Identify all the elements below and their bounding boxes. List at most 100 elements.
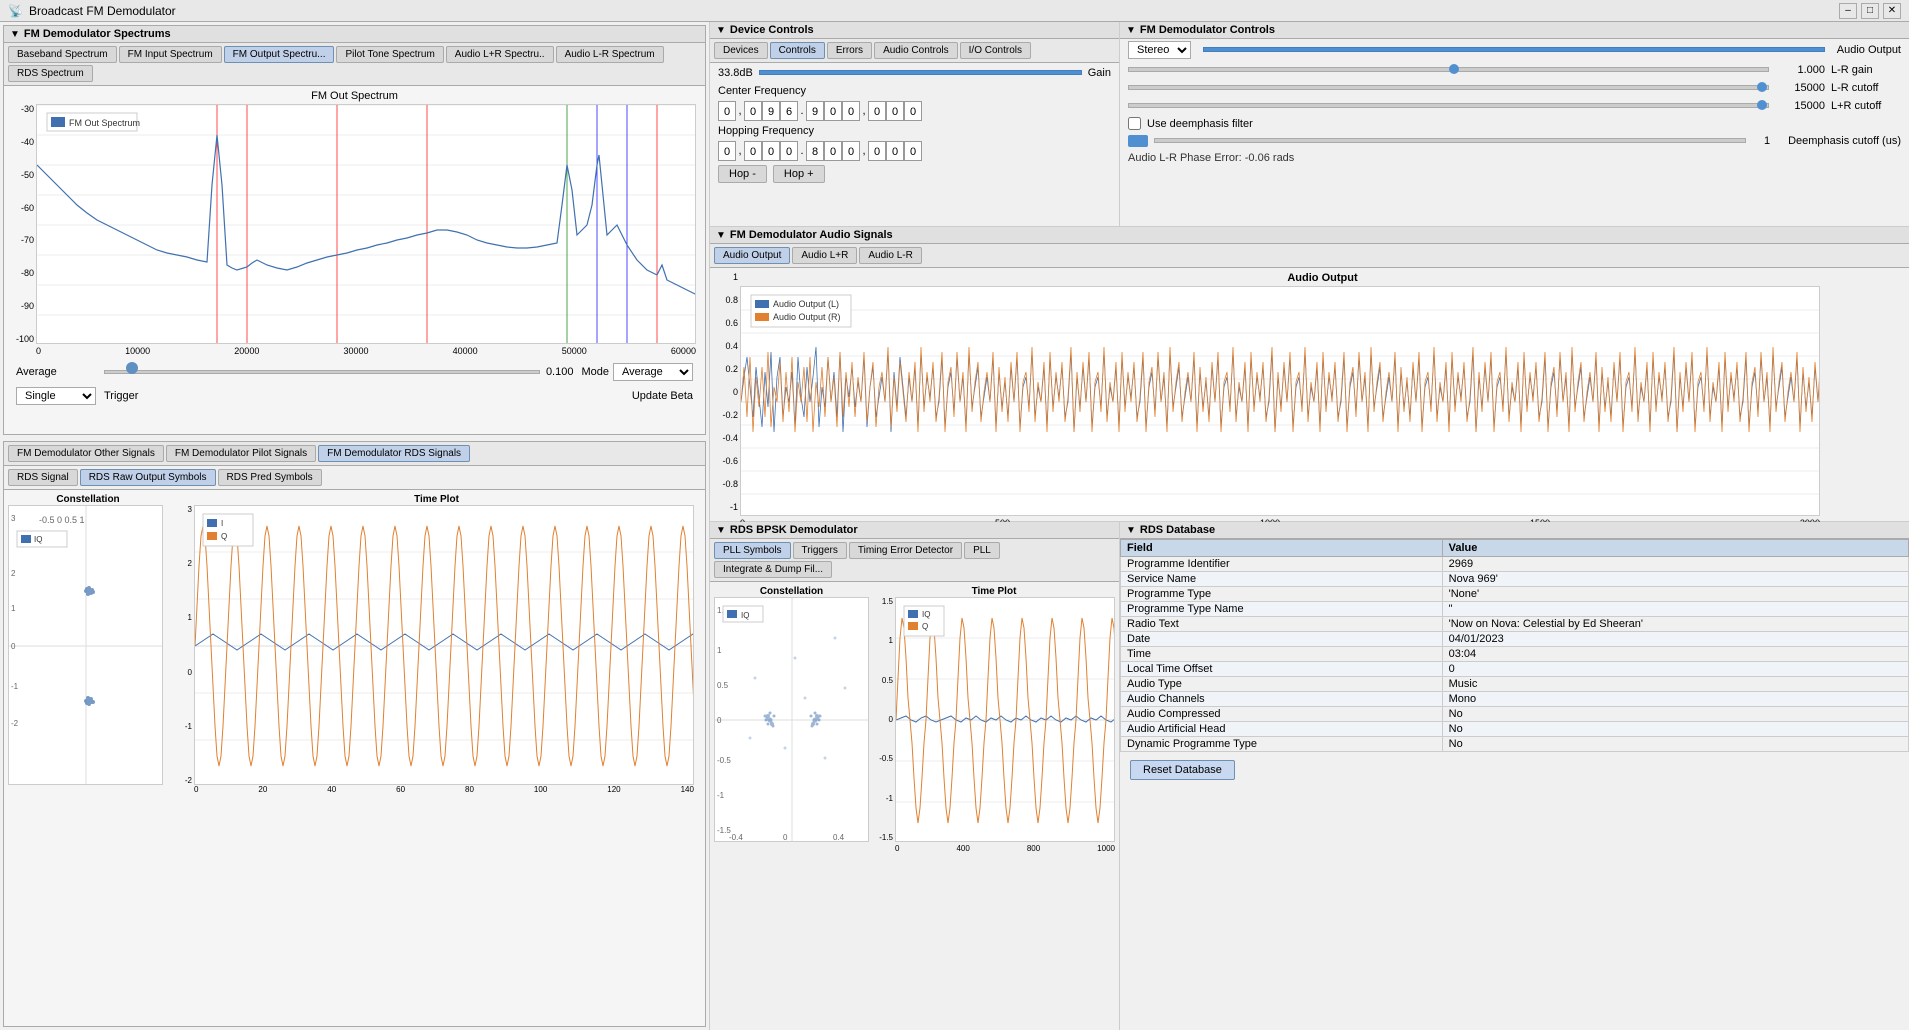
db-value: 0 <box>1442 662 1908 677</box>
rds-db-collapse[interactable]: ▼ <box>1126 525 1136 536</box>
tab-rds-signal[interactable]: RDS Signal <box>8 469 78 486</box>
db-value: Mono <box>1442 692 1908 707</box>
trigger-select[interactable]: Single <box>16 387 96 405</box>
lr-cutoff-label: L-R cutoff <box>1831 82 1901 94</box>
tab-fm-input[interactable]: FM Input Spectrum <box>119 46 222 63</box>
spectrum-collapse[interactable]: ▼ <box>10 29 20 40</box>
hop-buttons-row[interactable]: Hop - Hop + <box>710 163 1119 185</box>
lr-cutoff-slider[interactable] <box>1128 81 1769 95</box>
audio-panel-header: ▼ FM Demodulator Audio Signals <box>710 227 1909 244</box>
time-plot-y: 3210-1-2 <box>172 505 701 785</box>
audio-y-axis: 10.80.60.40.20-0.2-0.4-0.6-0.8-1 <box>714 272 740 512</box>
hopping-freq-input[interactable]: 0 , 0 0 0 . 8 0 0 , 0 0 0 <box>718 141 922 161</box>
table-row: Radio Text'Now on Nova: Celestial by Ed … <box>1121 617 1909 632</box>
minimize-button[interactable]: – <box>1839 3 1857 19</box>
audio-svg: Audio Output (L) Audio Output (R) <box>740 286 1820 516</box>
audio-output-slider[interactable] <box>1203 43 1825 57</box>
lr-gain-value: 1.000 <box>1775 64 1825 76</box>
maximize-button[interactable]: □ <box>1861 3 1879 19</box>
tab-audio-controls[interactable]: Audio Controls <box>874 42 958 59</box>
hopping-freq-digits: 0 , 0 0 0 . 8 0 0 , 0 0 0 <box>710 139 1119 163</box>
lr-cutoff-row: 15000 L-R cutoff <box>1120 79 1909 97</box>
tab-rds-raw[interactable]: RDS Raw Output Symbols <box>80 469 216 486</box>
deemphasis-slider-thumb[interactable] <box>1128 135 1148 147</box>
rds-time-inner: 1.510.50-0.5-1-1.5 <box>873 597 1115 842</box>
svg-text:-1: -1 <box>717 791 725 800</box>
tab-audio-lr-plus[interactable]: Audio L+R Spectru.. <box>446 46 554 63</box>
fm-demod-collapse[interactable]: ▼ <box>1126 25 1136 36</box>
tab-devices[interactable]: Devices <box>714 42 768 59</box>
table-row: Audio ChannelsMono <box>1121 692 1909 707</box>
audio-plot-title: Audio Output <box>740 272 1905 284</box>
mode-select[interactable]: Average <box>613 363 693 381</box>
title-bar-controls[interactable]: – □ ✕ <box>1839 3 1901 19</box>
tab-pilot[interactable]: Pilot Tone Spectrum <box>336 46 443 63</box>
tab-audio-lr-plus[interactable]: Audio L+R <box>792 247 857 264</box>
average-slider[interactable] <box>104 365 540 379</box>
tab-errors[interactable]: Errors <box>827 42 872 59</box>
audio-tabs[interactable]: Audio Output Audio L+R Audio L-R <box>710 244 1909 268</box>
time-x-axis: 020406080100120140 <box>194 785 694 794</box>
reset-database-button[interactable]: Reset Database <box>1130 760 1235 780</box>
svg-text:2: 2 <box>11 569 16 578</box>
tab-audio-lr[interactable]: Audio L-R Spectrum <box>556 46 664 63</box>
device-controls-collapse[interactable]: ▼ <box>716 25 726 36</box>
gain-slider[interactable] <box>759 66 1082 80</box>
db-field: Audio Artificial Head <box>1121 722 1443 737</box>
table-row: Time03:04 <box>1121 647 1909 662</box>
db-col-field: Field <box>1121 540 1443 557</box>
other-signals-tabs[interactable]: FM Demodulator Other Signals FM Demodula… <box>4 442 705 466</box>
right-top-row: ▼ Device Controls Devices Controls Error… <box>710 22 1909 227</box>
tab-controls[interactable]: Controls <box>770 42 825 59</box>
lrplus-cutoff-slider[interactable] <box>1128 99 1769 113</box>
tab-audio-lr[interactable]: Audio L-R <box>859 247 921 264</box>
stereo-select[interactable]: Stereo <box>1128 41 1191 59</box>
hop-forward-button[interactable]: Hop + <box>773 165 825 183</box>
spectrum-svg: FM Out Spectrum <box>36 104 696 344</box>
rds-bpsk-tabs[interactable]: PLL Symbols Triggers Timing Error Detect… <box>710 539 1119 582</box>
gain-db: 33.8dB <box>718 67 753 79</box>
db-field: Programme Type Name <box>1121 602 1443 617</box>
rds-db-content: Field Value Programme Identifier2969Serv… <box>1120 539 1909 1021</box>
time-plot-container: Time Plot 3210-1-2 <box>172 494 701 1014</box>
tab-rds-pred[interactable]: RDS Pred Symbols <box>218 469 322 486</box>
tab-baseband[interactable]: Baseband Spectrum <box>8 46 117 63</box>
lr-gain-slider[interactable] <box>1128 63 1769 77</box>
table-row: Date04/01/2023 <box>1121 632 1909 647</box>
tab-triggers[interactable]: Triggers <box>793 542 847 559</box>
app-title: Broadcast FM Demodulator <box>29 4 176 18</box>
table-row: Audio Artificial HeadNo <box>1121 722 1909 737</box>
rds-inner-tabs[interactable]: RDS Signal RDS Raw Output Symbols RDS Pr… <box>4 466 705 490</box>
close-button[interactable]: ✕ <box>1883 3 1901 19</box>
deemphasis-checkbox[interactable] <box>1128 117 1141 130</box>
db-value: 'None' <box>1442 587 1908 602</box>
tab-pilot-signals[interactable]: FM Demodulator Pilot Signals <box>166 445 316 462</box>
title-bar-left: 📡 Broadcast FM Demodulator <box>8 4 176 18</box>
tab-audio-output[interactable]: Audio Output <box>714 247 790 264</box>
rds-bpsk-panel: ▼ RDS BPSK Demodulator PLL Symbols Trigg… <box>710 522 1120 1030</box>
device-controls-tabs[interactable]: Devices Controls Errors Audio Controls I… <box>710 39 1119 63</box>
tab-rds-signals[interactable]: FM Demodulator RDS Signals <box>318 445 470 462</box>
average-label: Average <box>16 366 96 378</box>
tab-pll-symbols[interactable]: PLL Symbols <box>714 542 791 559</box>
tab-fm-output[interactable]: FM Output Spectru... <box>224 46 335 63</box>
tab-io-controls[interactable]: I/O Controls <box>960 42 1031 59</box>
table-row: Audio CompressedNo <box>1121 707 1909 722</box>
tab-rds[interactable]: RDS Spectrum <box>8 65 93 82</box>
tab-timing-error[interactable]: Timing Error Detector <box>849 542 962 559</box>
svg-text:-2: -2 <box>11 719 19 728</box>
db-field: Dynamic Programme Type <box>1121 737 1443 752</box>
table-row: Programme Type Name" <box>1121 602 1909 617</box>
spectrum-tab-bar[interactable]: Baseband Spectrum FM Input Spectrum FM O… <box>4 43 705 86</box>
other-signals-panel: FM Demodulator Other Signals FM Demodula… <box>3 441 706 1027</box>
hop-back-button[interactable]: Hop - <box>718 165 767 183</box>
tab-other-signals[interactable]: FM Demodulator Other Signals <box>8 445 164 462</box>
audio-collapse[interactable]: ▼ <box>716 230 726 241</box>
gain-row: 33.8dB Gain <box>710 63 1119 83</box>
center-freq-label: Center Frequency <box>718 85 806 97</box>
center-freq-input[interactable]: 0 , 0 9 6 . 9 0 0 , 0 0 0 <box>718 101 922 121</box>
rds-bpsk-collapse[interactable]: ▼ <box>716 525 726 536</box>
tab-integrate-dump[interactable]: Integrate & Dump Fil... <box>714 561 832 578</box>
deemphasis-cutoff-slider[interactable] <box>1154 134 1746 148</box>
tab-pll[interactable]: PLL <box>964 542 1000 559</box>
